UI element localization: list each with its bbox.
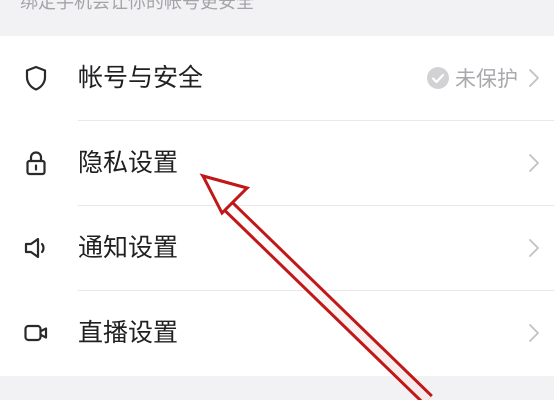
- shield-icon: [22, 64, 50, 92]
- protection-status: 未保护: [427, 64, 518, 92]
- settings-item-live[interactable]: 直播设置: [0, 291, 554, 376]
- settings-item-account-security[interactable]: 帐号与安全 未保护: [0, 36, 554, 121]
- settings-item-label: 帐号与安全: [78, 63, 204, 92]
- status-text: 未保护: [455, 67, 518, 91]
- chevron-right-icon: [528, 153, 540, 173]
- settings-item-label: 通知设置: [78, 233, 179, 262]
- chevron-right-icon: [528, 238, 540, 258]
- settings-item-privacy[interactable]: 隐私设置: [0, 121, 554, 206]
- hint-bar: 绑定手机会让你的帐号更安全: [0, 0, 554, 36]
- speaker-icon: [22, 234, 50, 262]
- settings-item-label: 直播设置: [78, 318, 179, 347]
- chevron-right-icon: [528, 68, 540, 88]
- settings-page: 绑定手机会让你的帐号更安全 帐号与安全 未保护 隐私设置 通知设置 直播设置: [0, 0, 554, 400]
- settings-list: 帐号与安全 未保护 隐私设置 通知设置 直播设置: [0, 36, 554, 376]
- settings-item-label: 隐私设置: [78, 148, 179, 177]
- check-icon: [427, 67, 449, 89]
- settings-item-notifications[interactable]: 通知设置: [0, 206, 554, 291]
- hint-text: 绑定手机会让你的帐号更安全: [20, 0, 254, 13]
- lock-icon: [22, 149, 50, 177]
- section-gap: [0, 376, 554, 400]
- chevron-right-icon: [528, 323, 540, 343]
- video-camera-icon: [22, 319, 50, 347]
